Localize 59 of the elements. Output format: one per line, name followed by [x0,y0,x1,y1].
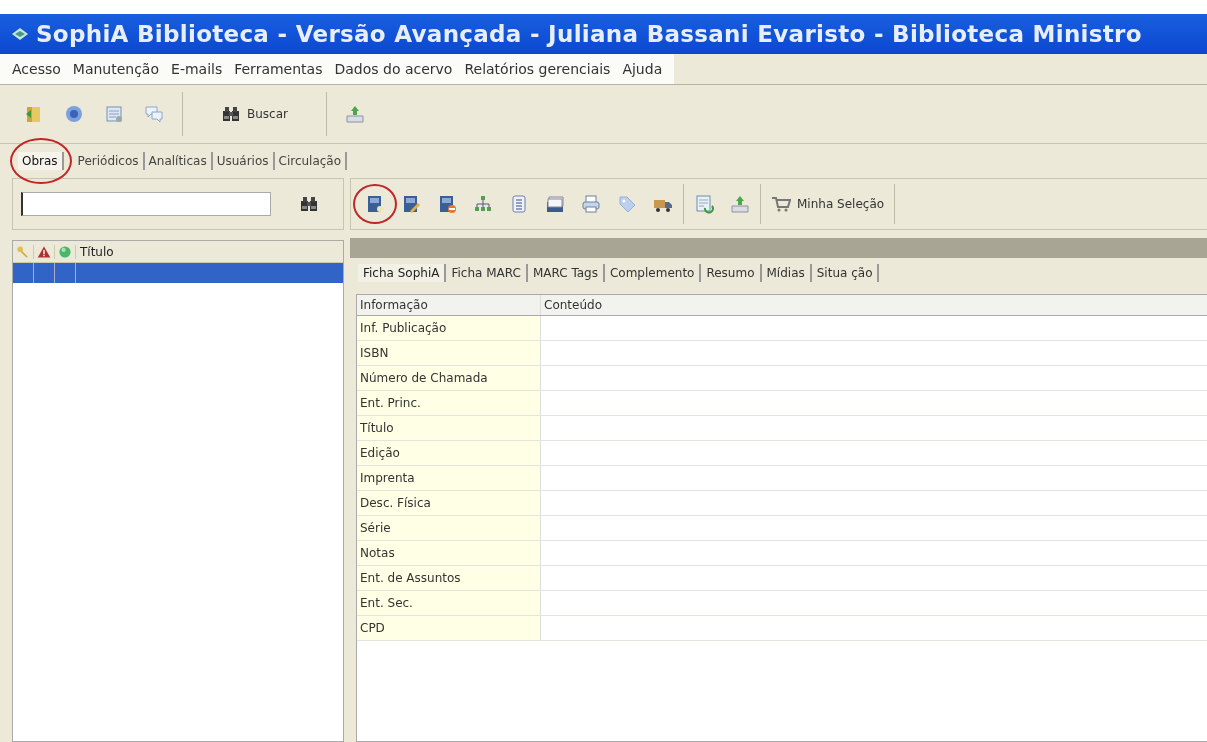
table-cell: Inf. Publicação [357,316,541,340]
table-cell: Número de Chamada [357,366,541,390]
cart-icon [771,194,791,214]
toolbar-button[interactable]: Buscar [191,100,318,128]
tab[interactable]: Periódicos [73,152,145,170]
menu-item[interactable]: Dados do acervo [328,59,459,79]
book-pencil-icon[interactable] [401,194,421,214]
column-header[interactable]: Conteúdo [541,295,1207,315]
search-field[interactable] [21,192,271,216]
hierarchy-icon[interactable] [473,194,493,214]
menu-item[interactable]: Ajuda [616,59,669,79]
menu-item[interactable]: Manutenção [66,59,166,79]
column-header[interactable]: Informação [357,295,541,315]
tab[interactable]: Analíticas [144,152,213,170]
menu-item[interactable]: E-mails [165,59,229,79]
search-icon[interactable] [299,194,319,214]
tab[interactable]: Situa ção [811,264,880,282]
toolbar-button[interactable]: Minha Seleção [763,194,893,214]
help-icon[interactable] [64,104,84,124]
window-title: SophiA Biblioteca - Versão Avançada - Juliana Bassani Evaristo - Biblioteca Ministro [36,21,1142,47]
menu-item[interactable]: Acesso [6,59,67,79]
table-cell: Ent. Princ. [357,391,541,415]
tag-icon[interactable] [617,194,637,214]
printer-icon[interactable] [581,194,601,214]
table-cell: Desc. Física [357,491,541,515]
tab[interactable]: Complemento [604,264,702,282]
table-cell: CPD [357,616,541,640]
table-cell: Notas [357,541,541,565]
status-ball-icon [58,244,72,259]
table-cell: ISBN [357,341,541,365]
menu-item[interactable]: Relatórios gerenciais [458,59,617,79]
table-cell: Edição [357,441,541,465]
tab[interactable]: Resumo [701,264,762,282]
chat-icon[interactable] [144,104,164,124]
tab[interactable]: Usuários [212,152,275,170]
table-cell: Título [357,416,541,440]
tab[interactable]: Circulação [274,152,348,170]
table-cell: Ent. Sec. [357,591,541,615]
table-cell: Imprenta [357,466,541,490]
tab[interactable]: MARC Tags [527,264,605,282]
book-minus-icon[interactable] [437,194,457,214]
menu-item[interactable]: Ferramentas [228,59,329,79]
column-header[interactable]: Título [76,244,114,259]
tab[interactable]: Ficha SophiA [358,264,447,282]
calendar-icon[interactable] [104,104,124,124]
tab[interactable]: Obras [18,152,64,170]
book-icon[interactable] [365,194,385,214]
tab[interactable]: Ficha MARC [446,264,528,282]
tray-icon[interactable] [730,194,750,214]
document-refresh-icon[interactable] [694,194,714,214]
table-cell: Série [357,516,541,540]
binoculars-icon [221,104,241,124]
list-icon[interactable] [509,194,529,214]
key-icon [16,244,30,259]
warning-icon [37,244,51,259]
card-file-icon[interactable] [545,194,565,214]
table-cell: Ent. de Assuntos [357,566,541,590]
tray-icon[interactable] [345,104,365,124]
tab[interactable]: Mídias [761,264,812,282]
